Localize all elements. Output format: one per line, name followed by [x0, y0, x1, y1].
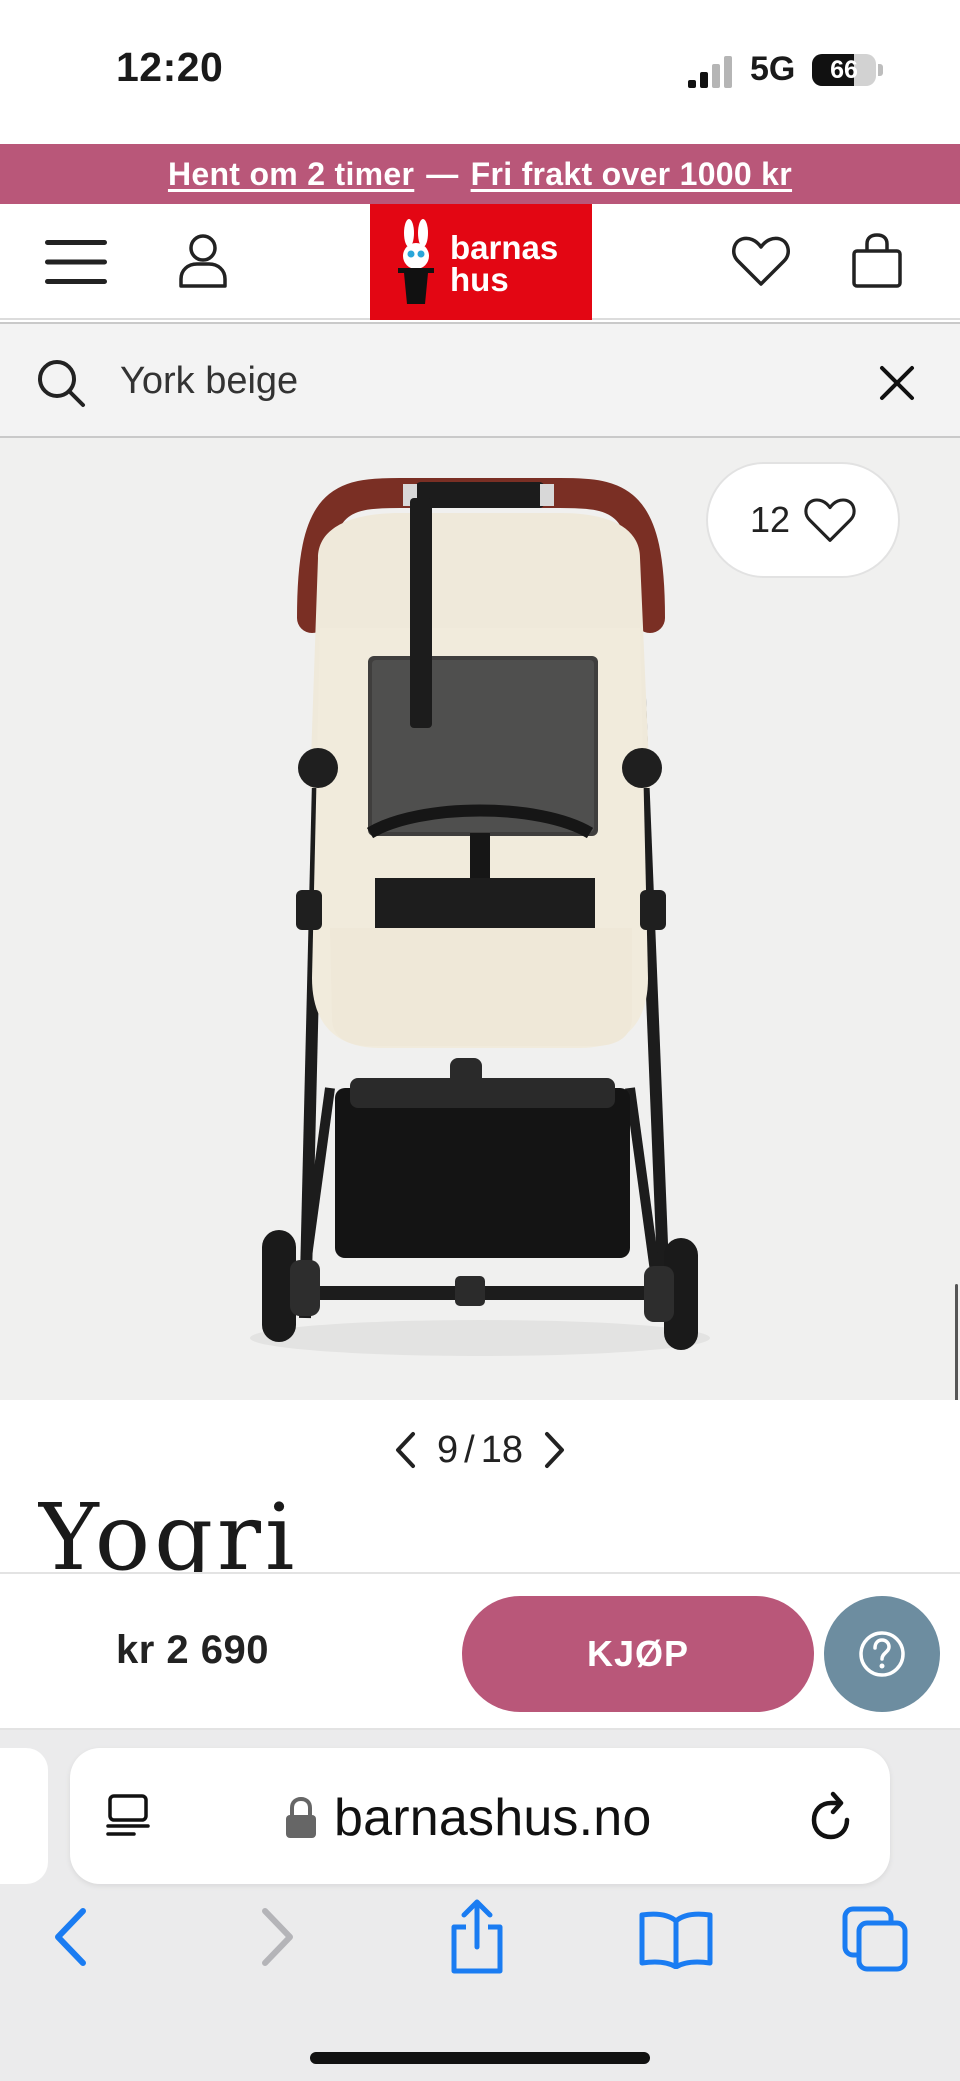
buy-bar: kr 2 690 KJØP: [0, 1572, 960, 1730]
promo-separator: —: [426, 155, 459, 192]
battery-tip: [878, 64, 883, 76]
pager-separator: /: [464, 1428, 475, 1471]
tabs-button[interactable]: [838, 1902, 914, 1978]
share-button[interactable]: [442, 1894, 512, 1978]
next-image-button[interactable]: [543, 1431, 567, 1469]
cart-button[interactable]: [842, 226, 912, 296]
pager-text: 9/18: [437, 1429, 523, 1472]
account-icon: [179, 234, 227, 288]
favorite-button[interactable]: 12: [706, 462, 900, 578]
reader-icon: [106, 1794, 150, 1836]
address-bar[interactable]: barnashus.no: [70, 1748, 890, 1884]
status-time: 12:20: [116, 44, 224, 90]
back-icon: [55, 1908, 86, 1966]
share-icon: [451, 1899, 503, 1974]
product-image: [250, 478, 710, 1356]
signal-bar: [724, 56, 732, 88]
home-indicator: [310, 2052, 650, 2064]
account-button[interactable]: [166, 224, 240, 298]
pager-current: 9: [437, 1428, 459, 1471]
logo-text: barnas hus: [450, 229, 559, 298]
tabs-icon: [842, 1906, 908, 1972]
brand-logo[interactable]: Yogri: [38, 1490, 358, 1572]
help-icon: [859, 1631, 905, 1677]
logo-line-2: hus: [450, 261, 509, 298]
logo-line-1: barnas: [450, 229, 559, 266]
close-icon: [880, 366, 914, 400]
previous-image-button[interactable]: [393, 1431, 417, 1469]
pager-total: 18: [480, 1428, 523, 1471]
battery-icon: 66: [812, 54, 876, 86]
promo-shipping-link[interactable]: Fri frakt over 1000 kr: [471, 156, 792, 193]
url-text: barnashus.no: [334, 1789, 652, 1847]
back-button[interactable]: [40, 1902, 100, 1972]
favorite-count: 12: [749, 499, 791, 540]
chevron-right-icon: [544, 1432, 564, 1468]
help-button[interactable]: [824, 1596, 940, 1712]
heart-icon: [732, 236, 790, 286]
signal-bar: [688, 80, 696, 88]
heart-icon: [804, 498, 856, 542]
search-icon: [38, 360, 85, 407]
signal-bar: [712, 64, 720, 88]
clear-search-button[interactable]: [872, 358, 922, 408]
wishlist-button[interactable]: [726, 226, 796, 296]
gallery-pager: 9/18: [0, 1420, 960, 1480]
shopping-bag-icon: [852, 233, 902, 288]
reload-icon: [811, 1791, 850, 1840]
chevron-left-icon: [396, 1432, 415, 1468]
menu-button[interactable]: [36, 232, 116, 292]
brand-name: Yogri: [38, 1490, 299, 1572]
site-header: barnas hus: [0, 204, 960, 320]
site-logo[interactable]: barnas hus: [370, 204, 592, 320]
buy-button[interactable]: KJØP: [462, 1596, 814, 1712]
previous-tab-preview[interactable]: [0, 1748, 48, 1884]
page: 12:20 5G 66 Hent om 2 timer — Fri frakt …: [0, 0, 960, 2081]
signal-icon: [688, 56, 734, 88]
signal-bar: [700, 72, 708, 88]
menu-icon: [45, 240, 107, 284]
browser-chrome: barnashus.no: [0, 1730, 960, 2081]
rabbit-logo-icon: [398, 219, 434, 304]
forward-icon: [262, 1908, 293, 1966]
product-image-gallery[interactable]: [0, 438, 960, 1400]
promo-pickup-link[interactable]: Hent om 2 timer: [168, 156, 414, 193]
forward-button[interactable]: [248, 1902, 308, 1972]
bookmarks-icon: [639, 1911, 713, 1969]
promo-banner: Hent om 2 timer — Fri frakt over 1000 kr: [0, 144, 960, 204]
product-price: kr 2 690: [116, 1628, 270, 1672]
search-input[interactable]: York beige: [120, 360, 298, 403]
page-scroll-indicator: [955, 1284, 958, 1400]
lock-icon: [286, 1796, 316, 1838]
status-bar: 12:20 5G 66: [0, 0, 960, 144]
reload-button[interactable]: [802, 1786, 862, 1846]
battery-level: 66: [830, 56, 858, 84]
bookmarks-button[interactable]: [636, 1902, 716, 1976]
network-label: 5G: [750, 50, 796, 88]
search-bar[interactable]: York beige: [0, 322, 960, 438]
reader-mode-button[interactable]: [100, 1788, 156, 1844]
